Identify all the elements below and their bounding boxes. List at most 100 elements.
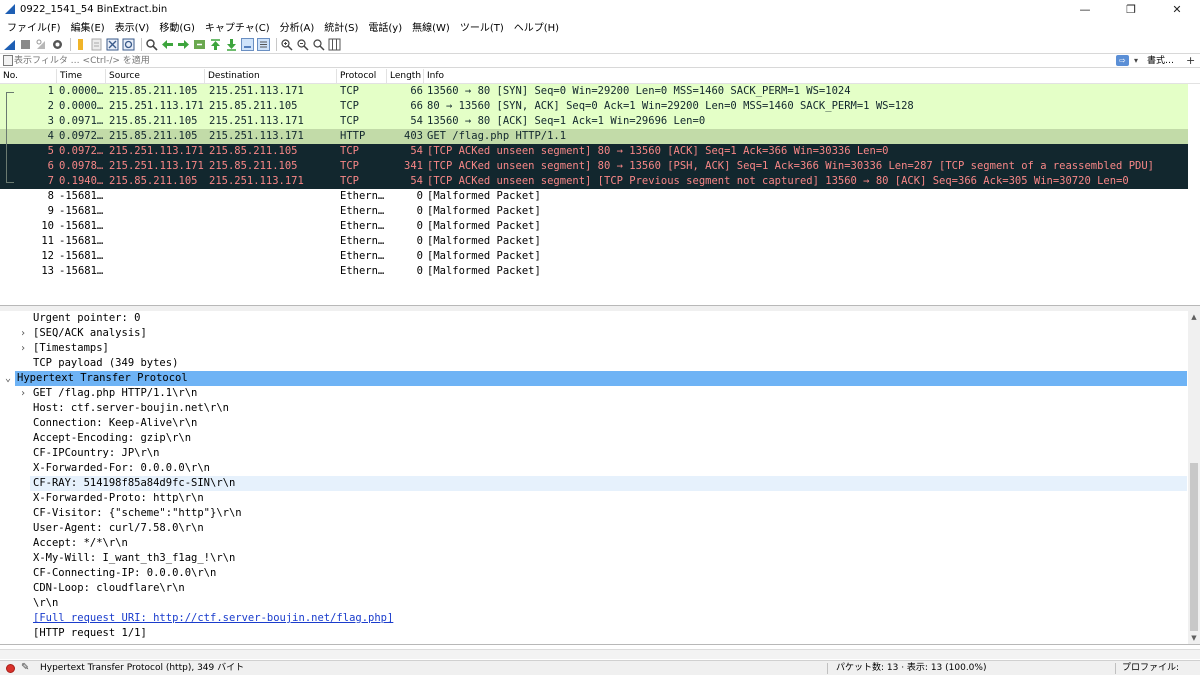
details-tree-item[interactable]: Urgent pointer: 0: [0, 311, 1188, 326]
open-file-icon[interactable]: [74, 38, 87, 51]
menu-go[interactable]: 移動(G): [154, 19, 200, 34]
details-tree-item[interactable]: [Full request URI: http://ctf.server-bou…: [0, 611, 1188, 626]
packet-list-scrollbar[interactable]: [1188, 84, 1200, 305]
scroll-down-arrow-icon[interactable]: ▼: [1188, 632, 1200, 644]
close-file-icon[interactable]: [106, 38, 119, 51]
column-header-no[interactable]: No.: [0, 69, 57, 84]
packet-row[interactable]: 11 -15681… Ethern… 0 [Malformed Packet]: [0, 234, 1200, 249]
resize-columns-icon[interactable]: [328, 38, 341, 51]
column-header-source[interactable]: Source: [106, 69, 205, 84]
column-header-destination[interactable]: Destination: [205, 69, 337, 84]
details-tree-item[interactable]: › [SEQ/ACK analysis]: [0, 326, 1188, 341]
find-icon[interactable]: [145, 38, 158, 51]
bytes-horizontal-scrollbar[interactable]: [0, 649, 1200, 659]
details-tree-item[interactable]: [HTTP request 1/1]: [0, 626, 1188, 641]
packet-row[interactable]: 1 0.0000… 215.85.211.105 215.251.113.171 TCP…: [0, 84, 1200, 99]
status-profile[interactable]: プロファイル: Default: [1122, 661, 1200, 675]
packet-row[interactable]: 8 -15681… Ethern… 0 [Malformed Packet]: [0, 189, 1200, 204]
filter-bookmark-icon[interactable]: [3, 55, 13, 66]
expand-chevron-icon[interactable]: ›: [18, 326, 28, 341]
packet-row[interactable]: 3 0.0971… 215.85.211.105 215.251.113.171 TCP…: [0, 114, 1200, 129]
save-icon[interactable]: [90, 38, 103, 51]
shark-fin-start-icon[interactable]: [3, 38, 16, 51]
packet-cell-source: [109, 234, 205, 249]
packet-row[interactable]: 12 -15681… Ethern… 0 [Malformed Packet]: [0, 249, 1200, 264]
options-gear-icon[interactable]: [51, 38, 64, 51]
minimize-button[interactable]: —: [1062, 0, 1108, 18]
reload-icon[interactable]: [122, 38, 135, 51]
packet-row[interactable]: 13 -15681… Ethern… 0 [Malformed Packet]: [0, 264, 1200, 279]
details-tree-item[interactable]: Connection: Keep-Alive\r\n: [0, 416, 1188, 431]
details-tree-item[interactable]: CF-Connecting-IP: 0.0.0.0\r\n: [0, 566, 1188, 581]
packet-row[interactable]: 2 0.0000… 215.251.113.171 215.85.211.105 TCP…: [0, 99, 1200, 114]
zoom-out-icon[interactable]: [296, 38, 309, 51]
close-button[interactable]: ✕: [1154, 0, 1200, 18]
column-header-time[interactable]: Time: [57, 69, 106, 84]
autoscroll-icon[interactable]: [241, 37, 254, 51]
filter-expression-button[interactable]: 書式…: [1147, 54, 1174, 68]
column-header-info[interactable]: Info: [424, 69, 1200, 84]
menu-file[interactable]: ファイル(F): [2, 19, 66, 34]
details-tree-item[interactable]: X-Forwarded-Proto: http\r\n: [0, 491, 1188, 506]
details-tree-item[interactable]: ⌄ Hypertext Transfer Protocol: [5, 371, 1187, 386]
add-filter-button[interactable]: +: [1186, 54, 1195, 68]
column-header-protocol[interactable]: Protocol: [337, 69, 387, 84]
filter-history-dropdown[interactable]: ▾: [1131, 55, 1141, 66]
zoom-in-icon[interactable]: [280, 38, 293, 51]
forward-arrow-icon[interactable]: [177, 38, 190, 51]
menu-help[interactable]: ヘルプ(H): [509, 19, 564, 34]
menu-analyze[interactable]: 分析(A): [275, 19, 320, 34]
details-scrollbar[interactable]: ▲ ▼: [1188, 311, 1200, 644]
goto-packet-icon[interactable]: [193, 38, 206, 51]
colorize-icon[interactable]: [257, 37, 270, 51]
packet-row[interactable]: 4 0.0972… 215.85.211.105 215.251.113.171 HTT…: [0, 129, 1200, 144]
packet-cell-source: 215.251.113.171: [109, 160, 204, 172]
stop-icon[interactable]: [19, 38, 32, 51]
menu-wireless[interactable]: 無線(W): [407, 19, 455, 34]
capture-comment-icon[interactable]: ✎: [21, 661, 29, 675]
restart-icon[interactable]: [35, 38, 48, 51]
maximize-button[interactable]: ❐: [1108, 0, 1154, 18]
details-tree-item[interactable]: CF-RAY: 514198f85a84d9fc-SIN\r\n: [30, 476, 1187, 491]
details-tree-item[interactable]: X-My-Will: I_want_th3_f1ag_!\r\n: [0, 551, 1188, 566]
expand-chevron-icon[interactable]: ›: [18, 386, 28, 401]
details-tree-item[interactable]: Accept-Encoding: gzip\r\n: [0, 431, 1188, 446]
details-tree-item[interactable]: Host: ctf.server-boujin.net\r\n: [0, 401, 1188, 416]
display-filter-input[interactable]: [14, 54, 1112, 67]
packet-cell-info: [Malformed Packet]: [427, 220, 541, 232]
menu-tools[interactable]: ツール(T): [455, 19, 509, 34]
details-scroll-thumb[interactable]: [1190, 463, 1198, 631]
menu-edit[interactable]: 編集(E): [66, 19, 110, 34]
apply-filter-button[interactable]: ⇨: [1116, 55, 1129, 66]
column-header-length[interactable]: Length: [387, 69, 424, 84]
packet-cell-no: 10: [41, 220, 54, 232]
details-tree-item[interactable]: CF-IPCountry: JP\r\n: [0, 446, 1188, 461]
expand-chevron-icon[interactable]: ›: [18, 341, 28, 356]
scroll-up-arrow-icon[interactable]: ▲: [1188, 311, 1200, 323]
details-tree-item[interactable]: Accept: */*\r\n: [0, 536, 1188, 551]
back-arrow-icon[interactable]: [161, 38, 174, 51]
details-tree-item[interactable]: CDN-Loop: cloudflare\r\n: [0, 581, 1188, 596]
details-tree-item[interactable]: › GET /flag.php HTTP/1.1\r\n: [0, 386, 1188, 401]
collapse-chevron-icon[interactable]: ⌄: [3, 371, 13, 386]
details-tree-item[interactable]: › [Timestamps]: [0, 341, 1188, 356]
last-packet-icon[interactable]: [225, 38, 238, 51]
first-packet-icon[interactable]: [209, 38, 222, 51]
details-tree-item[interactable]: CF-Visitor: {"scheme":"http"}\r\n: [0, 506, 1188, 521]
packet-row[interactable]: 9 -15681… Ethern… 0 [Malformed Packet]: [0, 204, 1200, 219]
details-tree-item[interactable]: User-Agent: curl/7.58.0\r\n: [0, 521, 1188, 536]
details-tree-item[interactable]: X-Forwarded-For: 0.0.0.0\r\n: [0, 461, 1188, 476]
packet-row[interactable]: 5 0.0972… 215.251.113.171 215.85.211.105 TCP…: [0, 144, 1200, 159]
details-tree-item[interactable]: \r\n: [0, 596, 1188, 611]
packet-row[interactable]: 6 0.0978… 215.251.113.171 215.85.211.105 TCP…: [0, 159, 1200, 174]
packet-row[interactable]: 7 0.1940… 215.85.211.105 215.251.113.171 TCP…: [0, 174, 1200, 189]
menu-capture[interactable]: キャプチャ(C): [200, 19, 275, 34]
zoom-normal-icon[interactable]: [312, 38, 325, 51]
expert-info-icon[interactable]: [6, 664, 15, 673]
full-request-uri-link[interactable]: [Full request URI: http://ctf.server-bou…: [33, 611, 393, 626]
menu-telephony[interactable]: 電話(y): [363, 19, 407, 34]
packet-row[interactable]: 10 -15681… Ethern… 0 [Malformed Packet]: [0, 219, 1200, 234]
menu-statistics[interactable]: 統計(S): [319, 19, 363, 34]
menu-view[interactable]: 表示(V): [110, 19, 155, 34]
details-tree-item[interactable]: TCP payload (349 bytes): [0, 356, 1188, 371]
